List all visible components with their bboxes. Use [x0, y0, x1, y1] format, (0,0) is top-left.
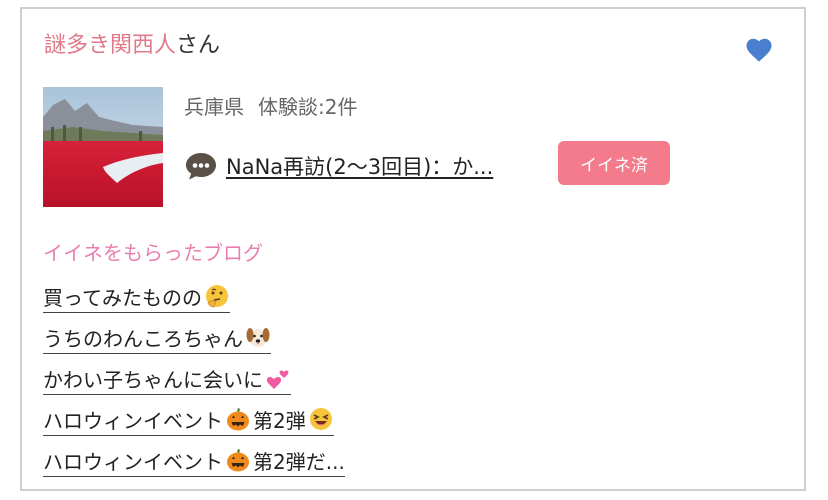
- blog-link[interactable]: ハロウィンイベント 第2弾: [43, 404, 334, 436]
- blog-link-text: うちのわんころちゃん: [43, 326, 243, 351]
- blog-link-text: ハロウィンイベント: [43, 449, 223, 474]
- blog-link-text: ハロウィンイベント: [43, 408, 223, 433]
- stories-count: 体験談:2件: [258, 95, 358, 119]
- blog-link-text-2: 第2弾だ...: [253, 449, 345, 474]
- dog-face-icon: [245, 324, 271, 350]
- two-hearts-icon: [265, 365, 291, 391]
- user-suffix: さん: [176, 33, 221, 58]
- blog-link[interactable]: うちのわんころちゃん: [43, 322, 271, 354]
- liked-blogs-list: 買ってみたものの うちのわんころちゃん かわい子ちゃんに会いに ハロウィンイベン…: [43, 281, 345, 486]
- profile-meta: 兵庫県 体験談:2件: [184, 93, 357, 121]
- liked-badge[interactable]: イイネ済: [558, 141, 670, 185]
- blog-link-text: かわい子ちゃんに会いに: [43, 367, 263, 392]
- blog-link-text: 買ってみたものの: [43, 285, 202, 310]
- thinking-face-icon: [204, 283, 230, 309]
- user-card: 謎多き関西人さん 兵庫県 体験談:2件 NaNa再訪(2〜3回目)：か... イ…: [20, 7, 806, 491]
- story-row: NaNa再訪(2〜3回目)：か...: [184, 149, 493, 183]
- laughing-face-icon: [308, 406, 334, 432]
- blog-link[interactable]: かわい子ちゃんに会いに: [43, 363, 291, 395]
- user-line: 謎多き関西人さん: [44, 31, 220, 61]
- jack-o-lantern-icon: [225, 406, 251, 432]
- speech-bubble-icon: [184, 151, 218, 181]
- user-name[interactable]: 謎多き関西人: [44, 33, 176, 58]
- blog-link-text-2: 第2弾: [253, 408, 306, 433]
- jack-o-lantern-icon: [225, 447, 251, 473]
- heart-icon[interactable]: [744, 35, 774, 65]
- location-text: 兵庫県: [184, 95, 244, 119]
- blog-link[interactable]: 買ってみたものの: [43, 281, 230, 313]
- liked-blogs-title: イイネをもらったブログ: [43, 241, 263, 265]
- blog-link[interactable]: ハロウィンイベント 第2弾だ...: [43, 445, 345, 477]
- profile-thumbnail[interactable]: [43, 87, 163, 207]
- story-link[interactable]: NaNa再訪(2〜3回目)：か...: [226, 151, 493, 181]
